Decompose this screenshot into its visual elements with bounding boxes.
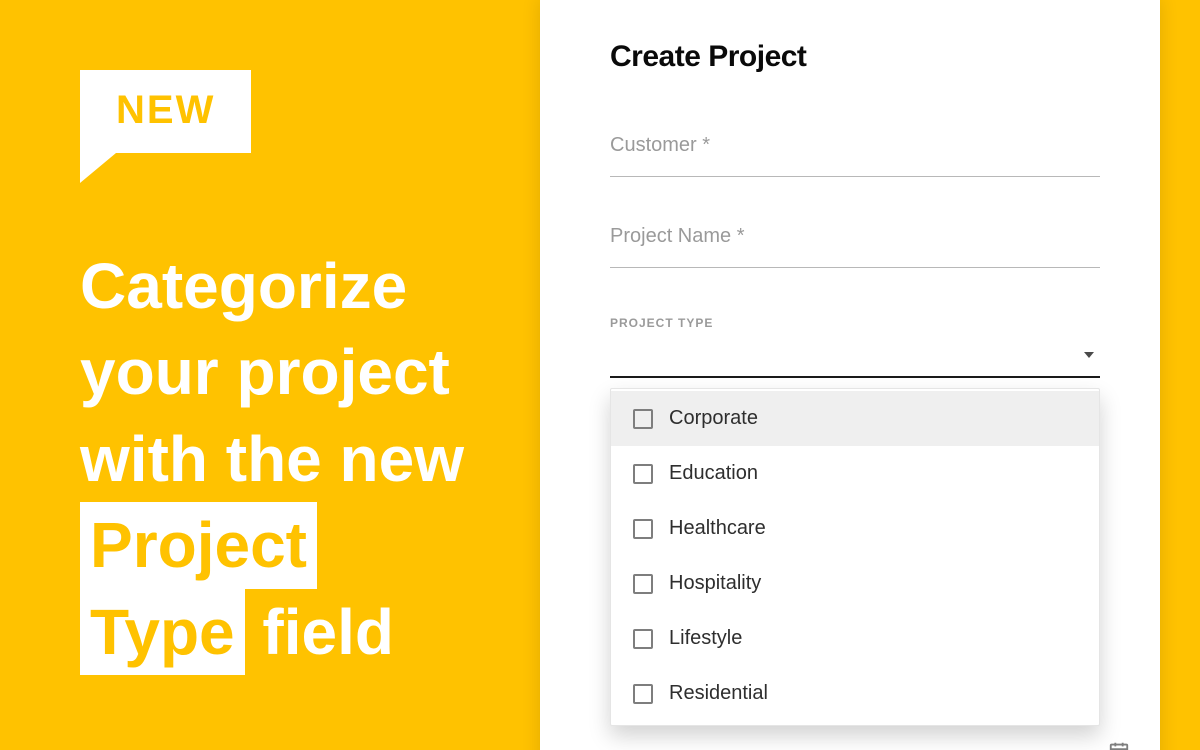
headline-highlight-1: Project: [80, 502, 317, 588]
customer-input-line: [610, 175, 1100, 177]
project-name-label: Project Name *: [610, 225, 1100, 248]
stage: NEW Categorize your project with the new…: [0, 0, 1200, 750]
checkbox-icon: [633, 464, 653, 484]
checkbox-icon: [633, 409, 653, 429]
customer-label: Customer *: [610, 134, 1100, 157]
option-label: Corporate: [669, 407, 758, 430]
new-badge: NEW: [80, 70, 251, 153]
page-title: Create Project: [610, 40, 1100, 74]
new-badge-text: NEW: [116, 88, 215, 132]
project-name-field[interactable]: Project Name *: [610, 225, 1100, 268]
option-healthcare[interactable]: Healthcare: [611, 501, 1099, 556]
project-type-field: PROJECT TYPE Corporate Education: [610, 316, 1100, 726]
checkbox-icon: [633, 519, 653, 539]
chevron-down-icon: [1084, 352, 1094, 358]
customer-field[interactable]: Customer *: [610, 134, 1100, 177]
option-label: Hospitality: [669, 572, 761, 595]
option-label: Residential: [669, 682, 768, 705]
option-label: Education: [669, 462, 758, 485]
option-residential[interactable]: Residential: [611, 666, 1099, 721]
checkbox-icon: [633, 684, 653, 704]
project-name-input-line: [610, 266, 1100, 268]
option-corporate[interactable]: Corporate: [611, 391, 1099, 446]
option-lifestyle[interactable]: Lifestyle: [611, 611, 1099, 666]
checkbox-icon: [633, 629, 653, 649]
project-type-caption: PROJECT TYPE: [610, 316, 1100, 330]
option-education[interactable]: Education: [611, 446, 1099, 501]
form-wrap: Create Project Customer * Project Name *…: [530, 0, 1200, 750]
headline-highlight-2: Type: [80, 589, 245, 675]
promo-headline: Categorize your project with the new Pro…: [80, 243, 490, 675]
headline-text-2: field: [262, 596, 394, 668]
calendar-icon: [1106, 740, 1132, 750]
headline-text-1: Categorize your project with the new: [80, 250, 464, 495]
project-type-select[interactable]: [610, 334, 1100, 378]
promo-panel: NEW Categorize your project with the new…: [0, 0, 530, 750]
create-project-panel: Create Project Customer * Project Name *…: [540, 0, 1160, 750]
checkbox-icon: [633, 574, 653, 594]
option-label: Healthcare: [669, 517, 766, 540]
project-type-menu: Corporate Education Healthcare Hospitali…: [610, 388, 1100, 726]
option-hospitality[interactable]: Hospitality: [611, 556, 1099, 611]
option-label: Lifestyle: [669, 627, 742, 650]
